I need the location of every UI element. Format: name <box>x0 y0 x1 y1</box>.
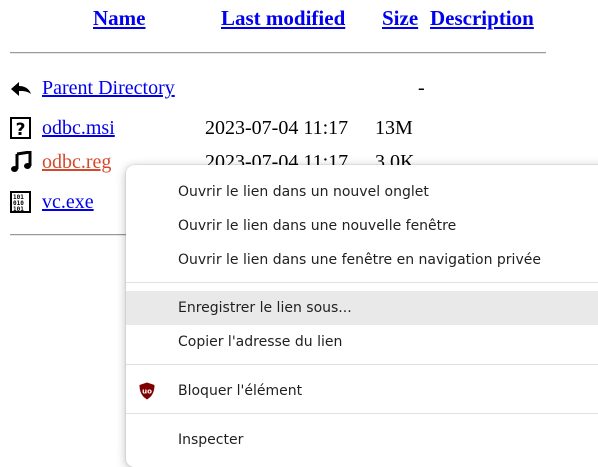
header-divider <box>10 52 546 54</box>
menu-block-element-label: Bloquer l'élément <box>178 383 303 399</box>
back-arrow-icon <box>11 82 31 96</box>
context-menu: Ouvrir le lien dans un nouvel onglet Ouv… <box>126 165 598 467</box>
svg-text:uo: uo <box>142 388 152 396</box>
file-date: 2023-07-04 11:17 <box>205 117 349 139</box>
file-link-vc-exe[interactable]: vc.exe <box>42 189 94 215</box>
column-header-name[interactable]: Name <box>93 6 145 31</box>
column-header-description[interactable]: Description <box>430 6 534 31</box>
footer-divider <box>10 234 130 236</box>
file-size: 13M <box>375 117 413 139</box>
menu-separator <box>126 413 598 414</box>
menu-open-new-window[interactable]: Ouvrir le lien dans une nouvelle fenêtre <box>126 209 598 243</box>
menu-block-element[interactable]: uo Bloquer l'élément <box>126 374 598 408</box>
ublock-origin-icon: uo <box>139 382 155 400</box>
file-size: - <box>418 77 425 99</box>
column-header-last-modified[interactable]: Last modified <box>221 6 345 31</box>
binary-file-icon: 101 010 101 <box>10 191 31 213</box>
file-link-odbc-msi[interactable]: odbc.msi <box>42 115 115 141</box>
menu-open-private-window[interactable]: Ouvrir le lien dans une fenêtre en navig… <box>126 243 598 277</box>
list-item: ? odbc.msi 2023-07-04 11:17 13M <box>10 115 450 141</box>
music-note-icon <box>11 151 32 172</box>
menu-save-link-as[interactable]: Enregistrer le lien sous... <box>126 291 598 325</box>
menu-separator <box>126 364 598 365</box>
menu-inspect[interactable]: Inspecter <box>126 423 598 457</box>
file-link-odbc-reg[interactable]: odbc.reg <box>42 149 111 175</box>
menu-copy-link-address[interactable]: Copier l'adresse du lien <box>126 325 598 359</box>
parent-directory-link[interactable]: Parent Directory <box>42 75 175 101</box>
unknown-file-icon: ? <box>10 117 31 139</box>
svg-text:101: 101 <box>13 206 24 213</box>
menu-separator <box>126 282 598 283</box>
menu-open-new-tab[interactable]: Ouvrir le lien dans un nouvel onglet <box>126 175 598 209</box>
column-header-size[interactable]: Size <box>382 6 418 31</box>
svg-text:?: ? <box>16 120 26 139</box>
list-item: Parent Directory - <box>10 75 450 101</box>
